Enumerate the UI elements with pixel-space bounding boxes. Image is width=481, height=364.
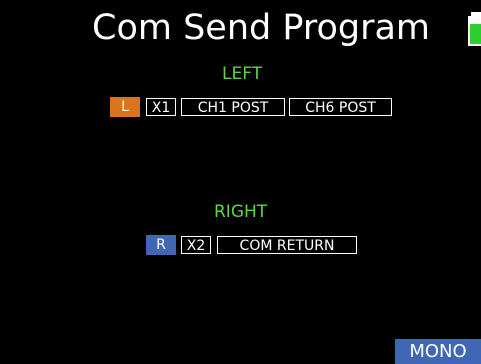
right-source-x2-chip[interactable]: X2 (181, 236, 211, 254)
battery-icon (468, 12, 481, 46)
right-source-com-return-chip[interactable]: COM RETURN (217, 236, 357, 254)
right-section-label: RIGHT (214, 202, 268, 222)
right-channel-selector[interactable]: R (146, 235, 176, 255)
mono-button[interactable]: MONO (395, 339, 481, 364)
left-channel-selector[interactable]: L (110, 97, 140, 117)
left-source-ch1-post-chip[interactable]: CH1 POST (181, 98, 285, 116)
screen-title: Com Send Program (92, 8, 431, 48)
left-source-x1-chip[interactable]: X1 (146, 98, 176, 116)
left-section-label: LEFT (222, 64, 263, 84)
left-source-ch6-post-chip[interactable]: CH6 POST (289, 98, 392, 116)
